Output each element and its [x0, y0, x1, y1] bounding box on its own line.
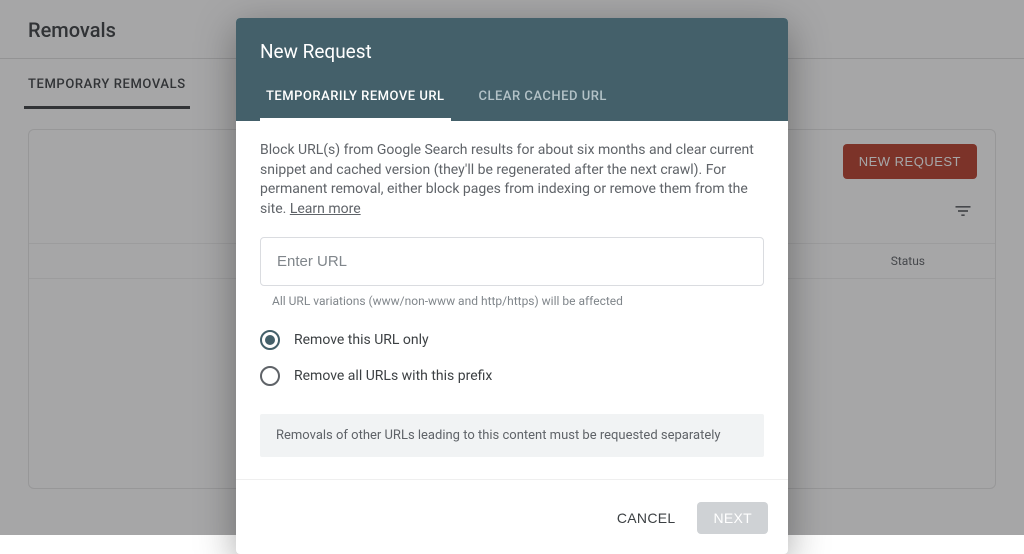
url-input[interactable]	[260, 237, 764, 286]
radio-icon	[260, 366, 280, 386]
radio-label: Remove all URLs with this prefix	[294, 368, 492, 384]
tab-temporarily-remove-url[interactable]: TEMPORARILY REMOVE URL	[260, 89, 451, 121]
url-hint: All URL variations (www/non-www and http…	[272, 294, 764, 308]
cancel-button[interactable]: CANCEL	[603, 502, 690, 534]
next-button[interactable]: NEXT	[697, 502, 768, 534]
tab-clear-cached-url[interactable]: CLEAR CACHED URL	[473, 89, 613, 121]
option-remove-prefix[interactable]: Remove all URLs with this prefix	[260, 358, 764, 394]
dialog-title: New Request	[260, 40, 764, 63]
dialog-description: Block URL(s) from Google Search results …	[260, 141, 764, 219]
radio-label: Remove this URL only	[294, 332, 429, 348]
modal-overlay: New Request TEMPORARILY REMOVE URL CLEAR…	[0, 0, 1024, 535]
dialog-notice: Removals of other URLs leading to this c…	[260, 414, 764, 457]
new-request-dialog: New Request TEMPORARILY REMOVE URL CLEAR…	[236, 18, 788, 554]
radio-icon	[260, 330, 280, 350]
option-remove-url-only[interactable]: Remove this URL only	[260, 322, 764, 358]
learn-more-link[interactable]: Learn more	[290, 201, 361, 217]
